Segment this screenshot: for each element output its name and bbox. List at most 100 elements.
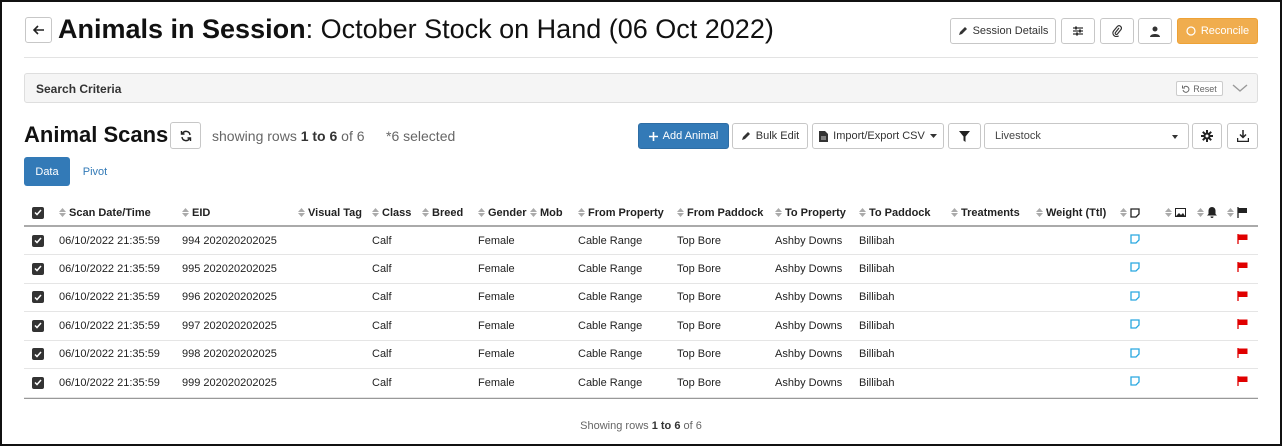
column-header-eid[interactable]: EID: [182, 200, 298, 227]
chevron-down-icon[interactable]: [1232, 81, 1248, 95]
table-row[interactable]: 06/10/2022 21:35:59 995 202020202025 Calf F…: [24, 254, 1258, 284]
sort-icon: [951, 208, 958, 218]
row-checkbox[interactable]: [32, 262, 44, 275]
note-icon[interactable]: [1130, 376, 1140, 386]
attachments-button[interactable]: [1100, 18, 1134, 44]
session-details-button[interactable]: Session Details: [950, 18, 1056, 44]
check-icon: [34, 265, 42, 272]
table-row[interactable]: 06/10/2022 21:35:59 999 202020202025 Calf F…: [24, 368, 1258, 398]
cell-to-paddock: Billibah: [859, 368, 951, 398]
table-row[interactable]: 06/10/2022 21:35:59 994 202020202025 Calf F…: [24, 226, 1258, 255]
cell-alerts: [1197, 340, 1227, 369]
rows-info: showing rows 1 to 6 of 6: [212, 128, 365, 144]
back-button[interactable]: [25, 17, 52, 43]
column-header-to-property[interactable]: To Property: [775, 200, 859, 227]
cell-mob: [530, 311, 578, 341]
sort-icon: [578, 208, 585, 218]
cell-scan: 06/10/2022 21:35:59: [59, 368, 182, 398]
column-header-mob[interactable]: Mob: [530, 200, 578, 227]
note-icon[interactable]: [1130, 234, 1140, 244]
column-header-visual-tag[interactable]: Visual Tag: [298, 200, 372, 227]
column-header-breed[interactable]: Breed: [422, 200, 478, 227]
tab-pivot[interactable]: Pivot: [72, 157, 118, 186]
cell-to-paddock: Billibah: [859, 311, 951, 341]
flag-icon[interactable]: [1237, 347, 1248, 358]
cell-weight: [1036, 226, 1120, 255]
note-icon[interactable]: [1130, 319, 1140, 329]
sliders-icon: [1073, 26, 1083, 36]
livestock-select[interactable]: Livestock: [984, 123, 1189, 149]
bell-icon: [1207, 207, 1217, 219]
pencil-icon: [958, 27, 967, 35]
row-checkbox[interactable]: [32, 376, 44, 389]
download-button[interactable]: [1227, 123, 1258, 149]
reconcile-button[interactable]: Reconcile: [1177, 18, 1258, 44]
import-export-csv-button[interactable]: Import/Export CSV: [812, 123, 944, 149]
flag-icon[interactable]: [1237, 262, 1248, 273]
column-header-images[interactable]: [1165, 200, 1197, 227]
column-header-class[interactable]: Class: [372, 200, 422, 227]
cell-class: Calf: [372, 340, 422, 369]
table-row[interactable]: 06/10/2022 21:35:59 998 202020202025 Calf F…: [24, 340, 1258, 369]
cell-images: [1165, 368, 1197, 398]
note-icon[interactable]: [1130, 262, 1140, 272]
column-header-flags[interactable]: [1227, 200, 1258, 227]
reset-button[interactable]: Reset: [1176, 81, 1223, 96]
select-all-checkbox[interactable]: [32, 206, 44, 219]
flag-icon[interactable]: [1237, 319, 1248, 330]
table-bottom-rule: [24, 398, 1258, 399]
column-header-gender[interactable]: Gender: [478, 200, 530, 227]
column-header-from-paddock[interactable]: From Paddock: [677, 200, 775, 227]
filter-icon: [959, 130, 970, 142]
column-header-scan-datetime[interactable]: Scan Date/Time: [59, 200, 182, 227]
table-row[interactable]: 06/10/2022 21:35:59 997 202020202025 Calf F…: [24, 311, 1258, 341]
gear-button[interactable]: [1192, 123, 1222, 149]
cell-breed: [422, 311, 478, 341]
flag-icon[interactable]: [1237, 234, 1248, 244]
cell-images: [1165, 226, 1197, 255]
cell-breed: [422, 368, 478, 398]
row-checkbox[interactable]: [32, 291, 44, 304]
filter-button[interactable]: [948, 123, 981, 149]
refresh-button[interactable]: [170, 122, 201, 149]
cell-from-property: Cable Range: [578, 340, 677, 369]
bulk-edit-button[interactable]: Bulk Edit: [732, 123, 808, 149]
column-header-from-property[interactable]: From Property: [578, 200, 677, 227]
cell-breed: [422, 254, 478, 284]
row-checkbox[interactable]: [32, 348, 44, 361]
cell-to-property: Ashby Downs: [775, 340, 859, 369]
column-header-treatments[interactable]: Treatments: [951, 200, 1036, 227]
sort-icon: [59, 208, 66, 218]
cell-breed: [422, 283, 478, 312]
row-checkbox[interactable]: [32, 319, 44, 332]
tab-data[interactable]: Data: [24, 157, 70, 186]
user-button[interactable]: [1138, 18, 1172, 44]
cell-gender: Female: [478, 226, 530, 255]
column-header-notes[interactable]: [1120, 200, 1165, 227]
note-icon[interactable]: [1130, 291, 1140, 301]
note-icon[interactable]: [1130, 348, 1140, 358]
table-footer: Showing rows 1 to 6 of 6: [580, 420, 702, 432]
cell-breed: [422, 340, 478, 369]
table-row[interactable]: 06/10/2022 21:35:59 996 202020202025 Calf F…: [24, 283, 1258, 312]
cell-class: Calf: [372, 283, 422, 312]
column-header-alerts[interactable]: [1197, 200, 1227, 227]
check-icon: [34, 351, 42, 358]
flag-icon[interactable]: [1237, 290, 1248, 301]
settings-sliders-button[interactable]: [1061, 18, 1095, 44]
cell-from-paddock: Top Bore: [677, 340, 775, 369]
session-details-label: Session Details: [972, 25, 1049, 37]
column-header-to-paddock[interactable]: To Paddock: [859, 200, 951, 227]
cell-visual-tag: [298, 283, 372, 312]
cell-class: Calf: [372, 254, 422, 284]
search-criteria-panel[interactable]: Search Criteria Reset: [24, 73, 1258, 103]
reset-label: Reset: [1193, 83, 1217, 94]
cell-to-paddock: Billibah: [859, 226, 951, 255]
column-header-weight[interactable]: Weight (Ttl): [1036, 200, 1120, 227]
row-checkbox[interactable]: [32, 234, 44, 247]
cell-gender: Female: [478, 311, 530, 341]
image-icon: [1175, 208, 1186, 218]
flag-icon[interactable]: [1237, 376, 1248, 387]
cell-from-paddock: Top Bore: [677, 283, 775, 312]
add-animal-button[interactable]: Add Animal: [638, 123, 729, 149]
